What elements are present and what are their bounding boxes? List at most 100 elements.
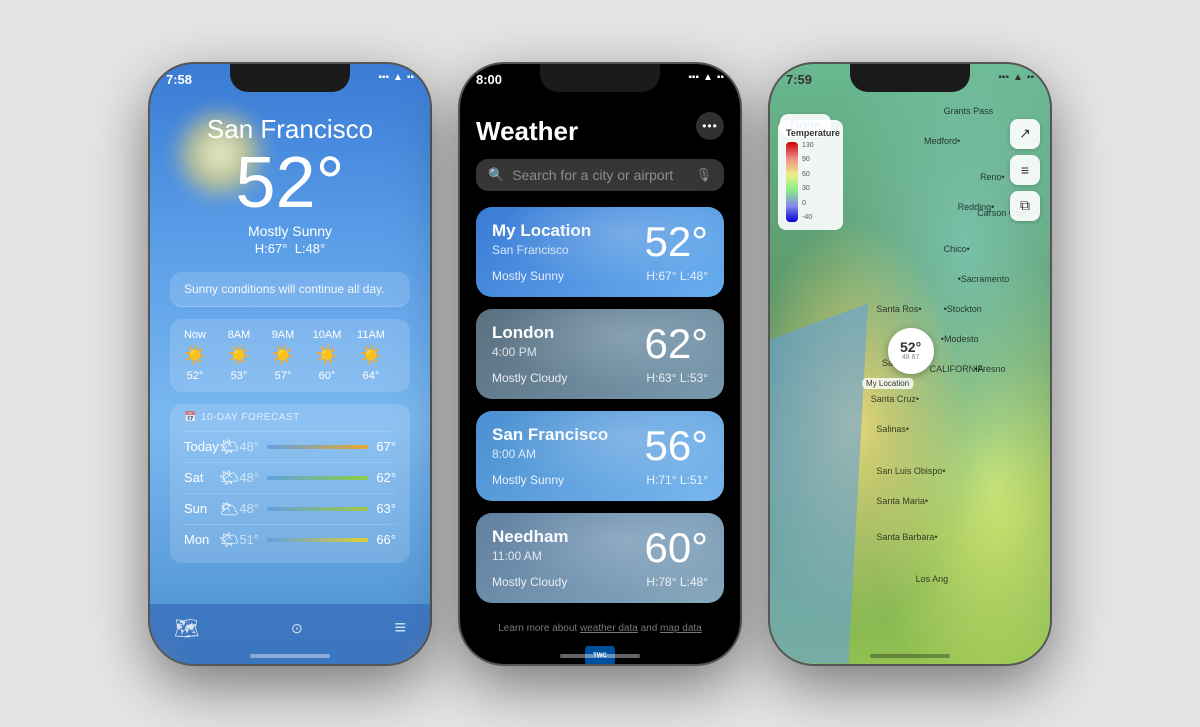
hourly-item-2: 9AM ☀️ 57°: [264, 329, 302, 382]
calendar-icon: 📅: [184, 412, 197, 423]
map-label-salinas: Salinas•: [876, 424, 909, 434]
city-card-sf[interactable]: San Francisco 8:00 AM Mostly Sunny 56° H…: [476, 411, 724, 501]
phone3-status-bar: 7:59 ▪▪▪ ▲ ▪▪: [770, 64, 1050, 108]
search-input[interactable]: Search for a city or airport: [512, 167, 687, 183]
forecast-row-today: Today 🌤 48° 67°: [184, 431, 396, 462]
city-card-temp-0: 52°: [644, 221, 708, 263]
forecast-icon-mon: 🌤: [219, 530, 239, 550]
map-label-modesto: •Modesto: [941, 334, 979, 344]
sun-icon-1: ☀️: [228, 345, 250, 366]
signal-icon: ▪▪▪: [688, 72, 699, 83]
hourly-item-0: Now ☀️ 52°: [176, 329, 214, 382]
map-label-santa-barbara: Santa Barbara•: [876, 532, 937, 542]
phone3-time: 7:59: [786, 72, 812, 87]
home-indicator: [250, 654, 330, 658]
phone2-screen: 8:00 ▪▪▪ ▲ ▪▪ ••• Weather 🔍: [460, 64, 740, 664]
battery-icon: ▪▪: [407, 72, 414, 83]
sun-icon-0: ☀️: [184, 345, 206, 366]
signal-icon: ▪▪▪: [378, 72, 389, 83]
phone3-screen: Grants Pass Medford• Redding• Chico• Ren…: [770, 64, 1050, 664]
phone2-time: 8:00: [476, 72, 502, 87]
ellipsis-menu-button[interactable]: •••: [696, 112, 724, 140]
sun-icon-4: ☀️: [360, 345, 382, 366]
map-label-santa-maria: Santa Maria•: [876, 496, 928, 506]
phone2-home-indicator: [560, 654, 640, 658]
location-arrow-icon: ↗: [1019, 125, 1031, 142]
city-pin-temp: 52°: [900, 340, 921, 354]
wifi-icon: ▲: [1013, 72, 1023, 83]
location-icon[interactable]: ⊙: [291, 620, 303, 637]
city-card-temp-1: 62°: [644, 323, 708, 365]
city-pin-label: My Location: [862, 378, 913, 389]
list-icon[interactable]: ≡: [394, 617, 406, 640]
phone3-status-icons: ▪▪▪ ▲ ▪▪: [998, 72, 1034, 83]
map-label-fresno: •Fresno: [974, 364, 1005, 374]
map-icon[interactable]: 🗺: [174, 616, 199, 641]
hourly-forecast[interactable]: Now ☀️ 52° 8AM ☀️ 53° 9AM ☀️: [170, 319, 410, 392]
city-card-temp-2: 56°: [644, 425, 708, 467]
city-card-hilo-1: H:63° L:53°: [646, 371, 708, 385]
weather-footer: Learn more about weather data and map da…: [460, 615, 740, 642]
mic-icon[interactable]: 🎙: [695, 167, 712, 183]
map-data-link[interactable]: map data: [660, 623, 702, 634]
phone1-time: 7:58: [166, 72, 192, 87]
temperature-legend: Temperature 130 90 60 30 0 -40: [778, 120, 843, 230]
main-temperature: 52°: [170, 147, 410, 219]
map-label-medford: Medford•: [924, 136, 960, 146]
phone3-home-indicator: [870, 654, 950, 658]
phone-1-weather-detail: 7:58 ▪▪▪ ▲ ▪▪ San Francisco 52° Mostly S…: [150, 64, 430, 664]
phone1-screen: 7:58 ▪▪▪ ▲ ▪▪ San Francisco 52° Mostly S…: [150, 64, 430, 664]
phone1-notch: [230, 64, 350, 92]
layers-button[interactable]: ⧉: [1010, 191, 1040, 221]
location-arrow-button[interactable]: ↗: [1010, 119, 1040, 149]
city-card-hilo-2: H:71° L:51°: [646, 473, 708, 487]
weather-data-link[interactable]: weather data: [580, 623, 638, 634]
city-card-condition-0: Mostly Sunny: [492, 269, 564, 283]
forecast-header: 📅 10-DAY FORECAST: [184, 412, 396, 423]
legend-title: Temperature: [786, 128, 835, 138]
search-bar[interactable]: 🔍 Search for a city or airport 🎙: [476, 159, 724, 191]
battery-icon: ▪▪: [717, 72, 724, 83]
city-card-needham[interactable]: Needham 11:00 AM Mostly Cloudy 60° H:78°…: [476, 513, 724, 603]
sun-icon-2: ☀️: [272, 345, 294, 366]
list-icon: ≡: [1021, 162, 1029, 178]
layers-icon: ⧉: [1020, 197, 1030, 214]
map-label-santa-cruz: Santa Cruz•: [871, 394, 919, 404]
forecast-row-sun: Sun 🌥 48° 63°: [184, 493, 396, 524]
city-card-my-location[interactable]: My Location San Francisco Mostly Sunny 5…: [476, 207, 724, 297]
city-card-hilo-3: H:78° L:48°: [646, 575, 708, 589]
city-card-condition-2: Mostly Sunny: [492, 473, 564, 487]
phone-3-map-view: Grants Pass Medford• Redding• Chico• Ren…: [770, 64, 1050, 664]
hourly-item-3: 10AM ☀️ 60°: [308, 329, 346, 382]
temp-color-gradient: [786, 142, 798, 222]
battery-icon: ▪▪: [1027, 72, 1034, 83]
city-card-london[interactable]: London 4:00 PM Mostly Cloudy 62° H:63° L…: [476, 309, 724, 399]
forecast-icon-sat: 🌤: [219, 468, 239, 488]
map-label-sacramento: •Sacramento: [958, 274, 1010, 284]
wifi-icon: ▲: [393, 72, 403, 83]
ten-day-forecast: 📅 10-DAY FORECAST Today 🌤 48° 67° Sat: [170, 404, 410, 563]
city-card-condition-1: Mostly Cloudy: [492, 371, 567, 385]
city-name: San Francisco: [170, 114, 410, 145]
condition-text: Mostly Sunny: [170, 223, 410, 239]
search-icon: 🔍: [488, 167, 504, 183]
city-card-temp-3: 60°: [644, 527, 708, 569]
forecast-row-mon: Mon 🌤 51° 66°: [184, 524, 396, 555]
hi-lo-text: H:67° L:48°: [170, 241, 410, 256]
map-right-controls: ↗ ≡ ⧉: [1010, 119, 1040, 221]
hourly-item-1: 8AM ☀️ 53°: [220, 329, 258, 382]
phone1-status-icons: ▪▪▪ ▲ ▪▪: [378, 72, 414, 83]
temp-labels: 130 90 60 30 0 -40: [802, 142, 814, 222]
hourly-item-5: 12 ☀️ 6…: [396, 329, 404, 382]
phones-container: 7:58 ▪▪▪ ▲ ▪▪ San Francisco 52° Mostly S…: [0, 0, 1200, 727]
list-view-button[interactable]: ≡: [1010, 155, 1040, 185]
city-card-condition-3: Mostly Cloudy: [492, 575, 567, 589]
map-label-reno: Reno•: [980, 172, 1005, 182]
phone2-status-icons: ▪▪▪ ▲ ▪▪: [688, 72, 724, 83]
map-label-san-luis: San Luis Obispo•: [876, 466, 945, 476]
map-label-stockton: •Stockton: [944, 304, 982, 314]
wifi-icon: ▲: [703, 72, 713, 83]
city-card-hilo-0: H:67° L:48°: [646, 269, 708, 283]
city-pin: 52° 48 87: [888, 328, 934, 374]
phone2-notch: [540, 64, 660, 92]
